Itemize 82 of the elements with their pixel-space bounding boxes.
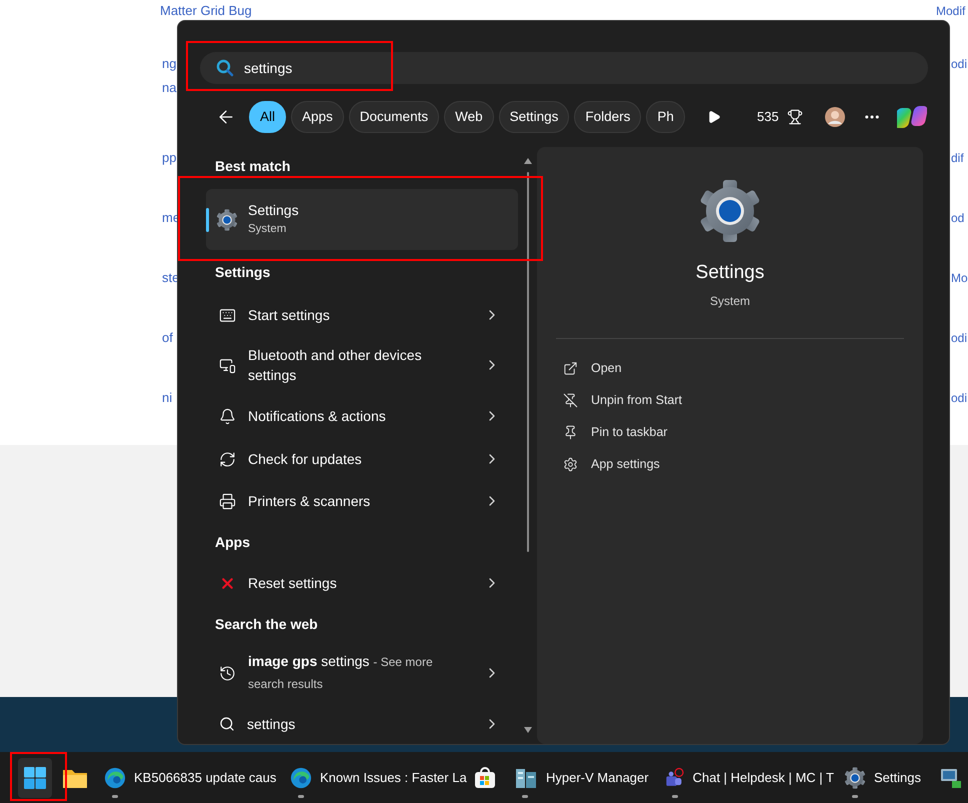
setting-result[interactable]: Printers & scanners bbox=[206, 480, 518, 522]
result-label: Start settings bbox=[248, 306, 331, 325]
taskbar-button[interactable]: Chat | Helpdesk | MC | T bbox=[658, 758, 834, 798]
refresh-icon bbox=[219, 450, 236, 468]
open-external-icon bbox=[563, 361, 578, 376]
modified-text: Modif bbox=[936, 3, 966, 19]
pin-icon bbox=[563, 425, 578, 440]
points-count: 535 bbox=[757, 108, 779, 126]
start-button[interactable] bbox=[18, 758, 52, 798]
preview-action[interactable]: App settings bbox=[563, 448, 923, 480]
page-link-text[interactable]: Matter Grid Bug bbox=[160, 3, 252, 19]
filter-chip[interactable]: Web bbox=[444, 101, 494, 133]
printer-icon bbox=[219, 492, 236, 510]
page-link-text[interactable]: pp bbox=[162, 146, 176, 170]
filter-chip[interactable]: Settings bbox=[498, 101, 570, 133]
result-title: Settings bbox=[248, 201, 299, 220]
store-bag-icon bbox=[474, 766, 496, 788]
search-query-result[interactable]: settings bbox=[206, 702, 518, 744]
modified-text: Mo bbox=[951, 270, 968, 287]
result-label: Bluetooth and other devices settings bbox=[248, 346, 423, 385]
preview-action[interactable]: Pin to taskbar bbox=[563, 416, 923, 448]
annotation-box bbox=[10, 752, 67, 801]
filter-chip[interactable]: All bbox=[249, 101, 286, 133]
modified-text: dif bbox=[951, 150, 964, 167]
gear-icon bbox=[698, 179, 762, 243]
selection-accent bbox=[206, 208, 209, 232]
filter-chip[interactable]: Ph bbox=[646, 101, 685, 133]
edge-icon bbox=[290, 766, 312, 788]
preview-action[interactable]: Open bbox=[563, 352, 923, 384]
modified-text: od bbox=[951, 210, 964, 227]
section-heading: Apps bbox=[214, 532, 251, 552]
page-link-text[interactable]: of bbox=[162, 326, 173, 350]
windows-logo-icon bbox=[24, 766, 46, 788]
settings-icon bbox=[563, 457, 578, 472]
setting-result[interactable]: Notifications & actions bbox=[206, 394, 518, 438]
web-result[interactable]: image gps settings - See more search results bbox=[206, 644, 518, 702]
modified-text: odi bbox=[951, 56, 968, 73]
search-icon bbox=[216, 59, 234, 77]
section-heading: Settings bbox=[214, 262, 272, 282]
result-label: Reset settings bbox=[248, 574, 338, 593]
filter-chip[interactable]: Documents bbox=[348, 101, 440, 133]
setting-result[interactable]: Start settings bbox=[206, 294, 518, 336]
avatar-icon[interactable] bbox=[824, 107, 845, 127]
best-match-result[interactable]: Settings System bbox=[206, 189, 518, 250]
devices-icon bbox=[219, 356, 236, 374]
play-icon[interactable] bbox=[707, 110, 721, 124]
trophy-icon[interactable] bbox=[786, 109, 803, 125]
taskbar-button[interactable]: Settings bbox=[838, 758, 930, 798]
filter-chip[interactable]: Apps bbox=[291, 101, 344, 133]
page-link-text[interactable]: ni bbox=[162, 386, 172, 410]
taskbar-button[interactable]: KB5066835 update caus bbox=[98, 758, 280, 798]
copilot-icon[interactable] bbox=[896, 104, 927, 130]
result-label: settings bbox=[247, 714, 296, 734]
app-result[interactable]: Reset settings bbox=[206, 562, 518, 604]
page-link-text[interactable]: ng bbox=[162, 52, 176, 76]
search-icon bbox=[219, 716, 235, 732]
result-label: Check for updates bbox=[248, 450, 363, 469]
gear-icon bbox=[844, 766, 866, 788]
filter-chip[interactable]: Folders bbox=[574, 101, 642, 133]
history-icon bbox=[219, 664, 236, 682]
result-label: Printers & scanners bbox=[248, 492, 372, 511]
edge-icon bbox=[104, 766, 126, 788]
result-label: Notifications & actions bbox=[248, 407, 387, 426]
taskbar-button[interactable]: Hyper-V Manager bbox=[508, 758, 654, 798]
modified-text: odi bbox=[951, 330, 968, 347]
gear-icon bbox=[216, 208, 238, 230]
computer-icon bbox=[940, 766, 962, 788]
bell-icon bbox=[219, 408, 236, 424]
page-link-text[interactable]: na bbox=[162, 76, 176, 100]
section-heading: Search the web bbox=[214, 614, 319, 634]
unpin-icon bbox=[563, 393, 578, 408]
modified-text: odi bbox=[951, 390, 968, 407]
section-heading: Best match bbox=[214, 156, 292, 176]
preview-title: Settings bbox=[696, 261, 764, 285]
setting-result[interactable]: Bluetooth and other devices settings bbox=[206, 336, 518, 394]
setting-result[interactable]: Check for updates bbox=[206, 438, 518, 480]
result-subtitle: System bbox=[248, 222, 288, 238]
web-search-suggestion: image gps settings - See more search results bbox=[248, 652, 434, 693]
keyboard-icon bbox=[219, 306, 236, 324]
preview-action[interactable]: Unpin from Start bbox=[563, 384, 923, 416]
preview-subtitle: System bbox=[710, 292, 750, 310]
search-field[interactable]: settings bbox=[200, 52, 928, 84]
